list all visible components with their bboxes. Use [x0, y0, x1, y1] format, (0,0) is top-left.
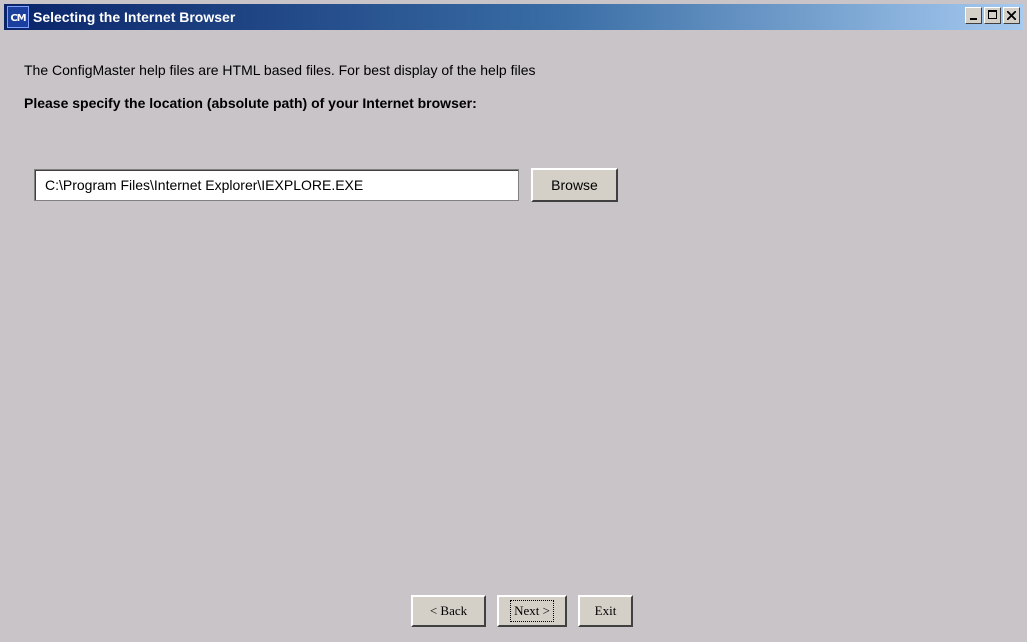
next-button-label: Next >	[510, 600, 554, 622]
back-button[interactable]: < Back	[411, 595, 486, 627]
window-title: Selecting the Internet Browser	[33, 9, 236, 25]
browse-button[interactable]: Browse	[531, 168, 618, 202]
minimize-icon[interactable]	[965, 7, 982, 24]
browser-path-prompt: Please specify the location (absolute pa…	[24, 95, 477, 111]
close-icon[interactable]	[1003, 7, 1020, 24]
title-bar[interactable]: CM Selecting the Internet Browser	[4, 4, 1023, 30]
browser-path-input[interactable]	[34, 169, 519, 201]
dialog-window: CM Selecting the Internet Browser The Co…	[0, 0, 1027, 642]
maximize-icon[interactable]	[984, 7, 1001, 24]
exit-button[interactable]: Exit	[578, 595, 633, 627]
window-controls	[965, 7, 1020, 24]
configmaster-app-icon: CM	[7, 6, 29, 28]
intro-text: The ConfigMaster help files are HTML bas…	[24, 62, 536, 78]
next-button[interactable]: Next >	[497, 595, 567, 627]
